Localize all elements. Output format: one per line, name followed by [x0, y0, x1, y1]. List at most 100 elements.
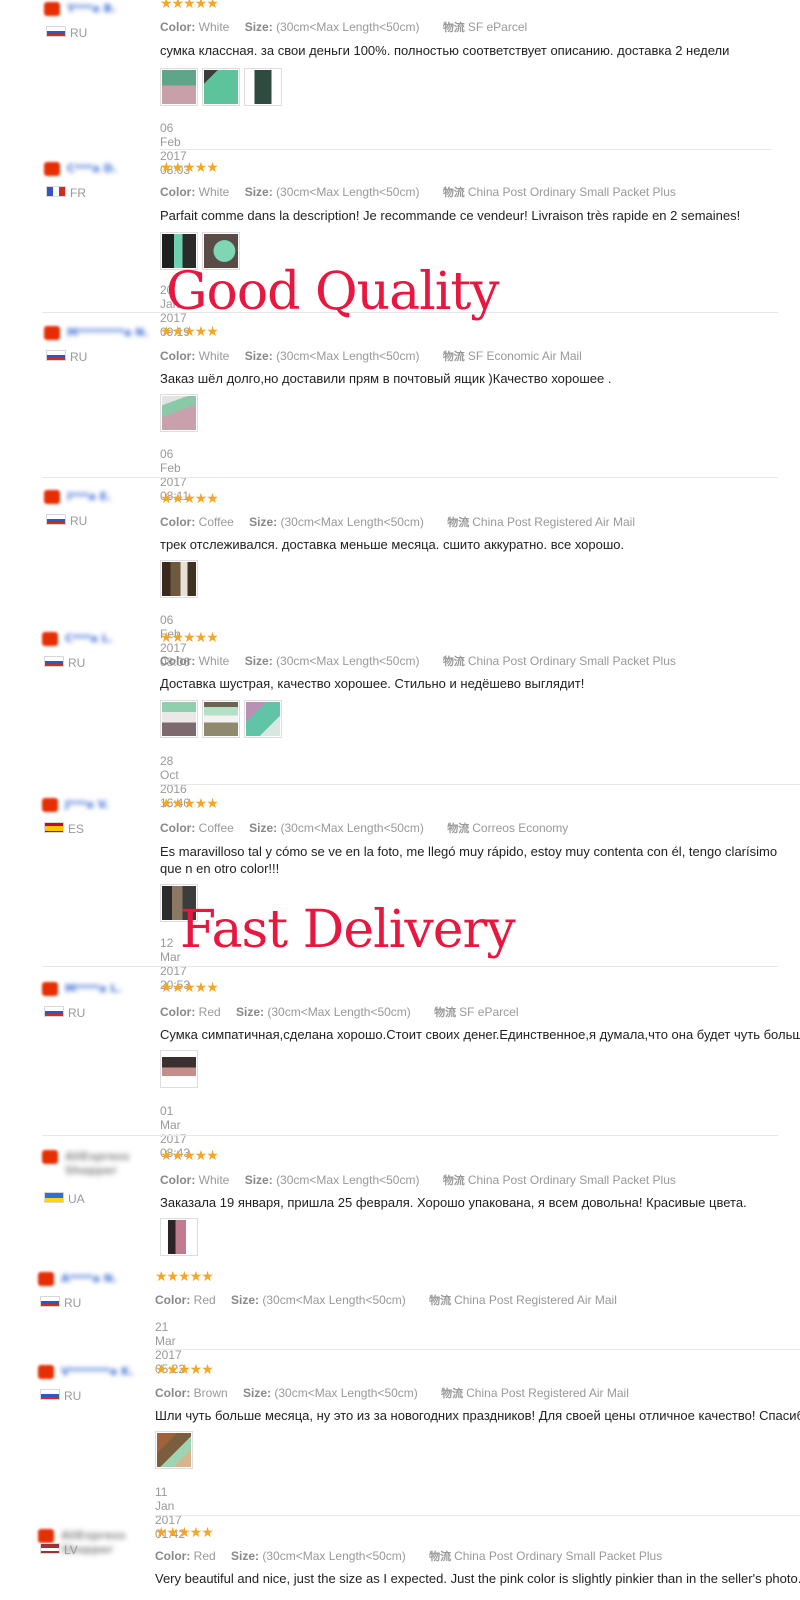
reviewer-name[interactable]: J***a V.: [65, 798, 123, 811]
review-photo[interactable]: [244, 68, 282, 106]
review-properties: Color: White Size: (30cm<Max Length<50cm…: [160, 184, 676, 200]
divider: [160, 784, 800, 785]
color-value: Red: [193, 1549, 216, 1563]
shipping-method: SF eParcel: [467, 20, 528, 34]
divider: [42, 477, 778, 478]
review-photos: [160, 394, 198, 432]
country-code: RU: [70, 350, 88, 364]
color-value: White: [198, 1173, 230, 1187]
reviewer-name[interactable]: C***a L.: [65, 632, 123, 645]
review-properties: Color: Red Size: (30cm<Max Length<50cm) …: [155, 1548, 662, 1564]
aliexpress-badge-icon: [38, 1272, 54, 1286]
size-value: (30cm<Max Length<50cm): [262, 1549, 406, 1563]
aliexpress-badge-icon: [44, 326, 60, 340]
fast-delivery-overlay: Fast Delivery: [180, 900, 516, 960]
shipping-method: China Post Registered Air Mail: [472, 515, 636, 529]
divider: [155, 1349, 800, 1350]
shipping-method: China Post Registered Air Mail: [454, 1293, 617, 1307]
country-code: RU: [64, 1296, 82, 1310]
review-photo[interactable]: [160, 700, 198, 738]
color-value: Coffee: [198, 821, 234, 835]
flag-lv-icon: [40, 1543, 60, 1554]
flag-ru-icon: [46, 514, 66, 525]
review-photo[interactable]: [160, 1218, 198, 1256]
aliexpress-badge-icon: [42, 1150, 58, 1164]
review-properties: Color: Brown Size: (30cm<Max Length<50cm…: [155, 1385, 629, 1401]
aliexpress-badge-icon: [42, 798, 58, 812]
review-photos: [160, 700, 282, 738]
shipping-method: China Post Registered Air Mail: [466, 1386, 629, 1400]
review-properties: Color: Red Size: (30cm<Max Length<50cm) …: [155, 1292, 617, 1308]
review-item: AliExpress Shopper LV ★★★★★ Color: Red S…: [0, 1526, 800, 1600]
shipping-method: SF eParcel: [459, 1005, 519, 1019]
shipping-method: Correos Economy: [472, 821, 569, 835]
country-code: UA: [68, 1192, 85, 1206]
review-photo[interactable]: [160, 1050, 198, 1088]
divider: [155, 1515, 800, 1516]
color-label: Color:: [160, 349, 196, 363]
size-label: Size:: [249, 821, 278, 835]
reviewer-name[interactable]: V*******a K.: [61, 1365, 147, 1378]
flag-ru-icon: [40, 1296, 60, 1307]
logistics-label: 物流: [442, 350, 465, 363]
logistics-label: 物流: [447, 516, 470, 529]
review-photo[interactable]: [160, 68, 198, 106]
color-value: Coffee: [198, 515, 234, 529]
country-code: RU: [68, 656, 86, 670]
color-label: Color:: [155, 1293, 191, 1307]
review-text: Заказ шёл долго,но доставили прям в почт…: [160, 371, 612, 386]
review-text: Parfait comme dans la description! Je re…: [160, 208, 741, 223]
logistics-label: 物流: [434, 1006, 457, 1019]
color-label: Color:: [160, 654, 196, 668]
review-photo[interactable]: [202, 68, 240, 106]
flag-ua-icon: [44, 1192, 64, 1203]
star-rating: ★★★★★: [160, 1148, 219, 1164]
aliexpress-badge-icon: [44, 2, 60, 16]
color-label: Color:: [160, 1173, 196, 1187]
reviewer-name[interactable]: M********a N.: [67, 326, 159, 339]
logistics-label: 物流: [442, 21, 465, 34]
color-label: Color:: [160, 515, 196, 529]
aliexpress-badge-icon: [44, 490, 60, 504]
reviewer-name[interactable]: C***a D.: [67, 162, 125, 175]
review-photos: [160, 68, 282, 106]
logistics-label: 物流: [442, 186, 465, 199]
review-photos: [155, 1431, 193, 1469]
review-item: V*******a K. RU ★★★★★ Color: Brown Size:…: [0, 1363, 800, 1541]
country-code: RU: [70, 514, 88, 528]
reviewer-name[interactable]: AliExpress Shopper: [65, 1150, 155, 1180]
review-photo[interactable]: [160, 394, 198, 432]
country-code: LV: [64, 1543, 78, 1557]
review-item: AliExpress Shopper UA ★★★★★ Color: White…: [0, 1148, 800, 1268]
review-photo[interactable]: [202, 700, 240, 738]
reviewer-name[interactable]: Y***a B.: [67, 2, 125, 15]
color-label: Color:: [160, 185, 196, 199]
review-item: C***a L. RU ★★★★★ Color: White Size: (30…: [0, 630, 800, 810]
shipping-method: China Post Ordinary Small Packet Plus: [467, 654, 676, 668]
logistics-label: 物流: [442, 655, 465, 668]
size-label: Size:: [236, 1005, 265, 1019]
size-value: (30cm<Max Length<50cm): [262, 1293, 406, 1307]
size-value: (30cm<Max Length<50cm): [267, 1005, 411, 1019]
review-item: M****a L. RU ★★★★★ Color: Red Size: (30c…: [0, 980, 800, 1160]
size-value: (30cm<Max Length<50cm): [276, 349, 420, 363]
divider: [42, 1135, 778, 1136]
reviewer-name[interactable]: M****a L.: [65, 982, 123, 995]
review-photo[interactable]: [160, 560, 198, 598]
reviewer-name[interactable]: A****a N.: [61, 1272, 119, 1285]
flag-es-icon: [44, 822, 64, 833]
review-photo[interactable]: [155, 1431, 193, 1469]
size-value: (30cm<Max Length<50cm): [280, 515, 424, 529]
review-photos: [160, 1050, 198, 1088]
star-rating: ★★★★★: [160, 0, 219, 12]
star-rating: ★★★★★: [160, 491, 219, 507]
review-item: A****a N. RU ★★★★★ Color: Red Size: (30c…: [0, 1270, 800, 1376]
review-item: M********a N. RU ★★★★★ Color: White Size…: [0, 324, 800, 503]
review-photo[interactable]: [244, 700, 282, 738]
review-text: сумка классная. за свои деньги 100%. пол…: [160, 43, 730, 58]
star-rating: ★★★★★: [160, 980, 219, 996]
size-value: (30cm<Max Length<50cm): [276, 185, 420, 199]
review-text: Сумка симпатичная,сделана хорошо.Стоит с…: [160, 1027, 800, 1042]
flag-ru-icon: [40, 1389, 60, 1400]
reviewer-name[interactable]: I***a E.: [67, 490, 125, 503]
